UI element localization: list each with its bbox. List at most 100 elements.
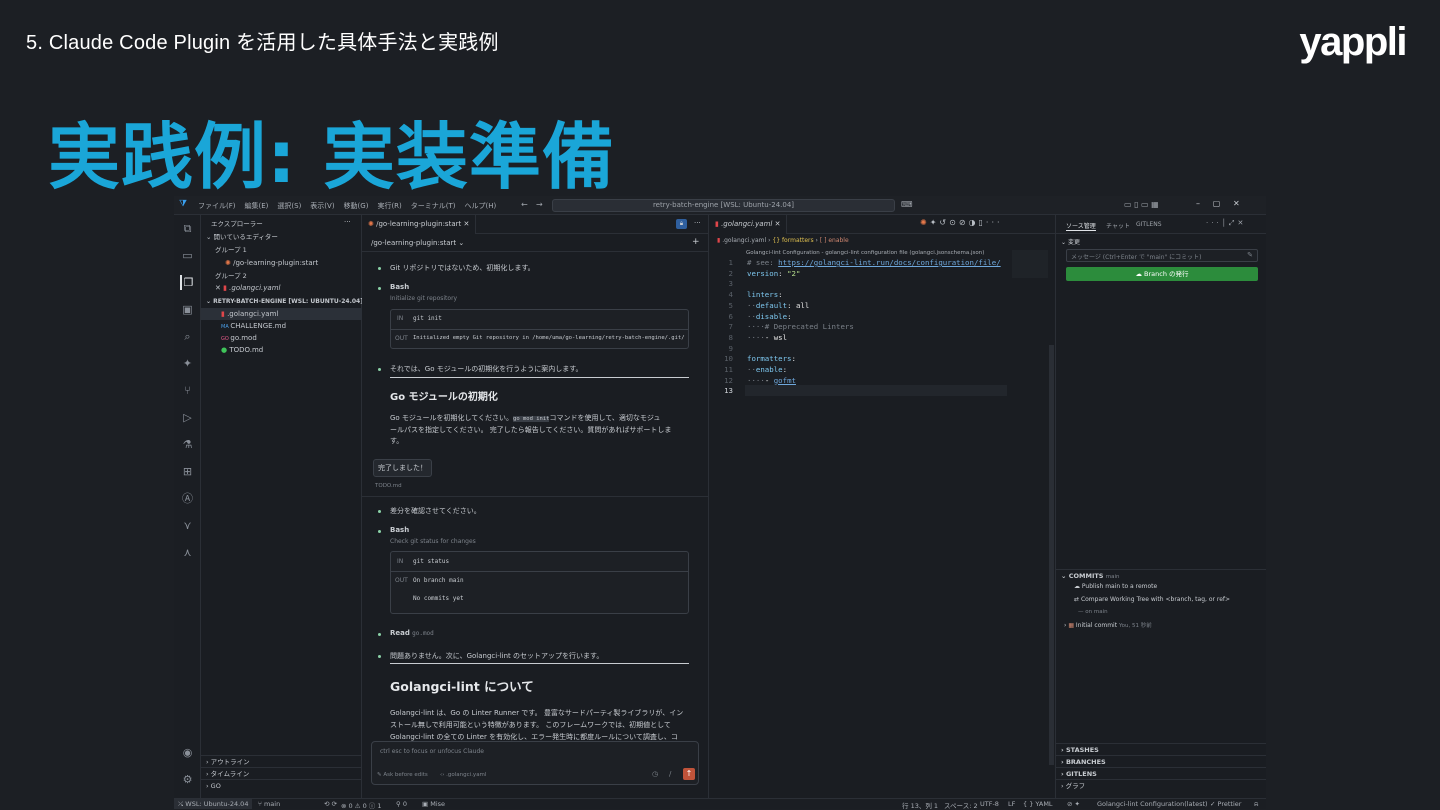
folder-icon[interactable]: ▭ (180, 248, 195, 263)
workspace-header[interactable]: ⌄ RETRY-BATCH-ENGINE [WSL: UBUNTU-24.04] (201, 296, 363, 308)
stashes-section[interactable]: › STASHES (1056, 743, 1266, 755)
indentation[interactable]: スペース: 2 (944, 800, 978, 809)
file-gomod[interactable]: GO go.mod (201, 332, 362, 344)
tab-gitlens[interactable]: GITLENS (1136, 221, 1162, 228)
menu-view[interactable]: 表示(V) (310, 202, 334, 210)
notifications-icon[interactable]: ⍾ (1254, 800, 1258, 809)
breadcrumb-item[interactable]: .golangci.yaml (722, 237, 766, 244)
ports-indicator[interactable]: ⚲ 0 (396, 800, 407, 808)
extensions-icon[interactable]: ⊞ (180, 464, 195, 479)
close-icon[interactable]: ✕ (772, 220, 781, 228)
branches-section[interactable]: › BRANCHES (1056, 755, 1266, 767)
file-todo[interactable]: ● TODO.md (201, 344, 362, 356)
tab-source-control[interactable]: ソース管理 (1066, 221, 1096, 231)
commit-meta: You, 51 秒前 (1119, 623, 1152, 629)
file-challenge[interactable]: MA CHALLENGE.md (201, 320, 362, 332)
menu-selection[interactable]: 選択(S) (277, 202, 301, 210)
remote-explorer-icon[interactable]: ⧉ (180, 221, 195, 236)
lock-icon[interactable]: 🔒︎ (676, 219, 687, 229)
send-button[interactable]: ↑ (683, 768, 695, 780)
explorer-icon[interactable]: ❐ (180, 275, 195, 290)
schema-link[interactable]: https://golangci-lint.run/docs/configura… (778, 258, 1000, 267)
remote-indicator[interactable]: ⤯ WSL: Ubuntu-24.04 (174, 799, 253, 809)
terminal-icon[interactable]: ▣ (180, 302, 195, 317)
run-debug-icon[interactable]: ▷ (180, 410, 195, 425)
breadcrumb-item[interactable]: {} formatters (772, 237, 813, 244)
gitlens-section[interactable]: › GITLENS (1056, 767, 1266, 779)
gitlens-inspect-icon[interactable]: ⋏ (180, 545, 195, 560)
tool-desc: Initialize git repository (390, 295, 458, 302)
close-icon[interactable]: ✕ (215, 284, 223, 292)
gear-icon[interactable]: ⚙ (180, 772, 195, 787)
more-icon[interactable]: ··· (694, 219, 701, 227)
window-controls[interactable]: – ▢ ✕ (1196, 199, 1240, 208)
testing-icon[interactable]: ⚗ (180, 437, 195, 452)
schema-codelens[interactable]: Golangci-lint Configuration - golangci-l… (746, 250, 984, 256)
claude-icon[interactable]: Ⓐ (180, 491, 195, 506)
eol[interactable]: LF (1008, 800, 1015, 808)
tab-chat[interactable]: ✺ /go-learning-plugin:start ✕ (362, 215, 477, 234)
code-area[interactable]: 1 # see: https://golangci-lint.run/docs/c… (709, 258, 1009, 408)
menu-go[interactable]: 移動(G) (344, 202, 369, 210)
schema-indicator[interactable]: Golangci-lint Configuration(latest) (1097, 800, 1208, 808)
go-section[interactable]: › GO (201, 779, 362, 791)
clock-icon[interactable]: ◷ (652, 770, 658, 778)
prettier-indicator[interactable]: ✓ Prettier (1210, 800, 1241, 808)
commit-message-input[interactable]: メッセージ (Ctrl+Enter で "main" にコミット) ✎ (1066, 249, 1258, 262)
editor-actions[interactable]: ✺✦↺⊙⊘◑▯··· (920, 218, 1003, 227)
sync-icons[interactable]: ⟲ ⟳ (324, 800, 337, 808)
publish-branch-button[interactable]: ☁ Branch の発行 (1066, 267, 1258, 281)
search-icon[interactable]: ⌕ (180, 329, 195, 344)
open-editors-header[interactable]: ⌄ 開いているエディター (201, 231, 362, 243)
tab-chat[interactable]: チャット (1106, 221, 1130, 230)
menu-edit[interactable]: 編集(E) (245, 202, 269, 210)
open-editor-chat[interactable]: ✺ /go-learning-plugin:start (201, 257, 362, 269)
back-arrow-icon[interactable]: ← (521, 200, 528, 209)
forward-arrow-icon[interactable]: → (536, 200, 543, 209)
tab-golangci[interactable]: ▮ .golangci.yaml ✕ (709, 215, 788, 234)
encoding[interactable]: UTF-8 (980, 800, 999, 808)
status-icons[interactable]: ⊘ ✦ (1067, 800, 1080, 808)
mise-indicator[interactable]: ▣ Mise (422, 800, 445, 808)
copilot-icon[interactable]: ⌨ (901, 200, 913, 209)
sparkle-icon[interactable]: ✦ (180, 356, 195, 371)
breadcrumb-item[interactable]: [ ] enable (820, 237, 849, 244)
gitlens-icon[interactable]: ⋎ (180, 518, 195, 533)
open-editor-yaml[interactable]: ✕ ▮ .golangci.yaml (201, 282, 362, 294)
ask-before-edits-toggle[interactable]: ✎ Ask before edits (377, 772, 428, 778)
menu-help[interactable]: ヘルプ(H) (465, 202, 497, 210)
new-chat-icon[interactable]: + (692, 237, 700, 247)
menu-file[interactable]: ファイル(F) (198, 202, 236, 210)
branch-indicator[interactable]: ⑂ main (258, 800, 280, 808)
timeline-section[interactable]: › タイムライン (201, 767, 362, 779)
graph-section[interactable]: › グラフ (1056, 779, 1266, 791)
problems-indicator[interactable]: ⊗ 0 ⚠ 0 ⓘ 1 (341, 800, 382, 809)
layout-icons[interactable]: ▭ ▯ ▭ ▦ (1124, 200, 1159, 209)
account-icon[interactable]: ◉ (180, 745, 195, 760)
language-mode[interactable]: { } YAML (1023, 800, 1053, 808)
gomod-icon: GO (221, 336, 231, 342)
attached-file[interactable]: ‹› .golangci.yaml (440, 772, 486, 778)
file-golangci[interactable]: ▮ .golangci.yaml (201, 308, 362, 320)
outline-section[interactable]: › アウトライン (201, 755, 362, 767)
cursor-position[interactable]: 行 13、列 1 (902, 800, 938, 809)
slash-icon[interactable]: / (669, 770, 671, 778)
panel-actions[interactable]: ···│⤢✕ (1206, 219, 1246, 228)
changes-header[interactable]: ⌄ 変更 (1061, 237, 1080, 246)
close-icon[interactable]: ✕ (461, 220, 469, 228)
menu-run[interactable]: 実行(R) (377, 202, 401, 210)
menu-terminal[interactable]: ターミナル(T) (411, 202, 456, 210)
minimap[interactable] (1012, 250, 1048, 278)
command-search[interactable]: retry-batch-engine [WSL: Ubuntu-24.04] (552, 199, 895, 212)
compare-item[interactable]: ⇄ Compare Working Tree with <branch, tag… (1074, 596, 1230, 603)
publish-main-item[interactable]: ☁ Publish main to a remote (1074, 583, 1157, 590)
commits-section[interactable]: ⌄ COMMITS main (1056, 569, 1266, 581)
chat-input[interactable]: ctrl esc to focus or unfocus Claude (380, 748, 484, 755)
chat-input-box[interactable]: ctrl esc to focus or unfocus Claude ✎ As… (371, 741, 699, 785)
source-control-icon[interactable]: ⑂ (180, 383, 195, 398)
scrollbar[interactable] (1049, 345, 1054, 765)
more-icon[interactable]: ··· (344, 218, 351, 226)
chat-session-title[interactable]: /go-learning-plugin:start ⌄ (371, 239, 464, 247)
commit-item[interactable]: › ▦ Initial commit You, 51 秒前 (1064, 621, 1152, 629)
sparkle-icon[interactable]: ✎ (1247, 251, 1253, 259)
